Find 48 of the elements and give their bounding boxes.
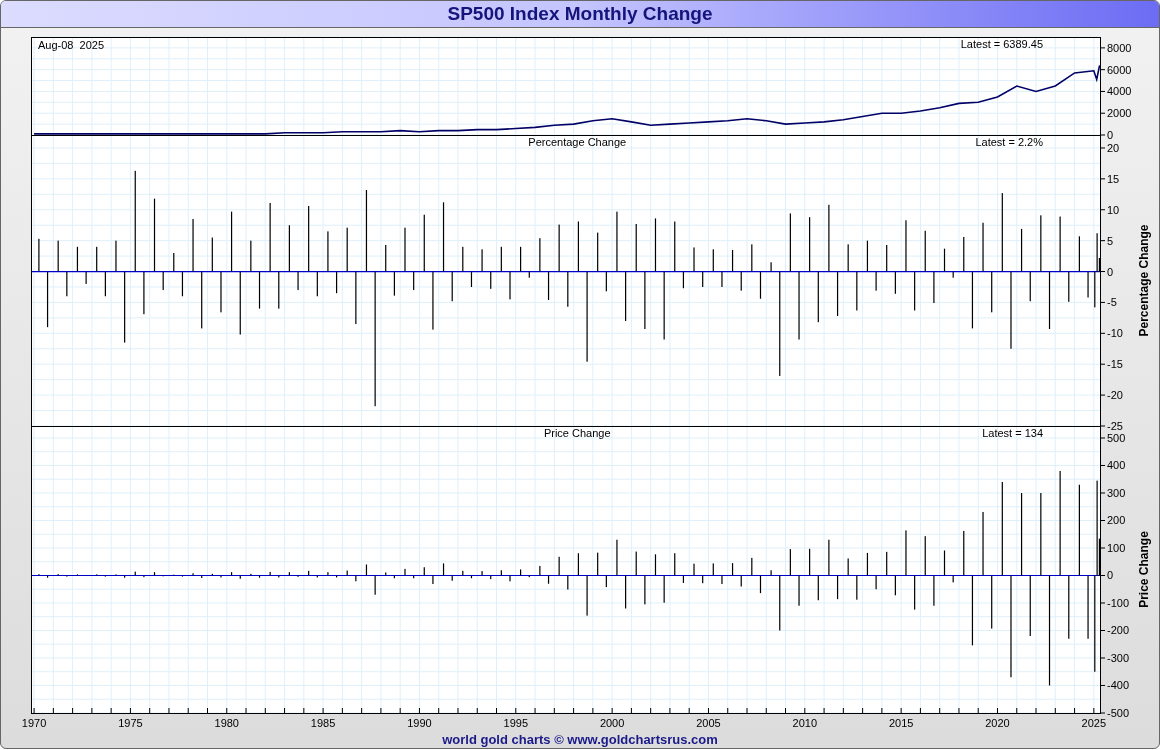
tick-label: -500 xyxy=(1107,707,1130,719)
axis-label: Percentage Change xyxy=(1137,224,1151,337)
tick-label: 0 xyxy=(1107,265,1114,278)
tick-label: -300 xyxy=(1107,652,1130,664)
tick-label: -200 xyxy=(1107,624,1130,637)
tick-label: -400 xyxy=(1107,679,1130,692)
tick-label: 20 xyxy=(1107,141,1120,154)
tick-label: 100 xyxy=(1107,542,1126,554)
tick-label: 1980 xyxy=(214,717,239,729)
tick-label: 5 xyxy=(1107,234,1114,247)
panel-title: Percentage Change xyxy=(528,136,627,148)
tick-label: 4000 xyxy=(1107,85,1132,98)
axis-label: Price Change xyxy=(1137,531,1151,608)
tick-label: 0 xyxy=(1107,129,1114,141)
tick-label: 200 xyxy=(1107,514,1126,527)
tick-label: -10 xyxy=(1107,327,1123,340)
tick-label: 1985 xyxy=(310,717,336,729)
tick-label: 8000 xyxy=(1107,41,1132,54)
tick-label: 1995 xyxy=(503,717,529,729)
chart-date: Aug-08 2025 xyxy=(38,39,105,51)
footer-credit: world gold charts © www.goldchartsrus.com xyxy=(442,732,718,747)
tick-label: 2000 xyxy=(599,717,625,729)
tick-label: 300 xyxy=(1107,487,1126,499)
tick-label: 2000 xyxy=(1107,107,1132,120)
latest-value: Latest = 134 xyxy=(982,427,1043,439)
page-title: SP500 Index Monthly Change xyxy=(1,1,1159,28)
tick-label: 1975 xyxy=(118,717,143,729)
latest-value: Latest = 6389.45 xyxy=(960,38,1043,50)
tick-label: 2010 xyxy=(792,717,818,729)
panel-title: Price Change xyxy=(543,427,611,439)
tick-label: 10 xyxy=(1107,203,1120,216)
tick-label: 6000 xyxy=(1107,63,1132,76)
tick-label: 500 xyxy=(1107,432,1126,444)
tick-label: 1970 xyxy=(21,717,47,729)
tick-label: -100 xyxy=(1107,597,1130,609)
tick-label: 2025 xyxy=(1081,717,1107,729)
tick-label: -25 xyxy=(1107,420,1123,432)
tick-label: -5 xyxy=(1107,296,1117,309)
tick-label: 0 xyxy=(1107,569,1114,582)
tick-label: 400 xyxy=(1107,459,1126,472)
latest-value: Latest = 2.2% xyxy=(975,136,1043,148)
tick-label: 2015 xyxy=(888,717,914,729)
tick-label: 1990 xyxy=(407,717,432,729)
tick-label: 2005 xyxy=(696,717,721,729)
tick-label: 2020 xyxy=(985,717,1010,729)
tick-label: -20 xyxy=(1107,389,1123,402)
tick-label: 15 xyxy=(1107,172,1120,185)
tick-label: -15 xyxy=(1107,358,1123,371)
